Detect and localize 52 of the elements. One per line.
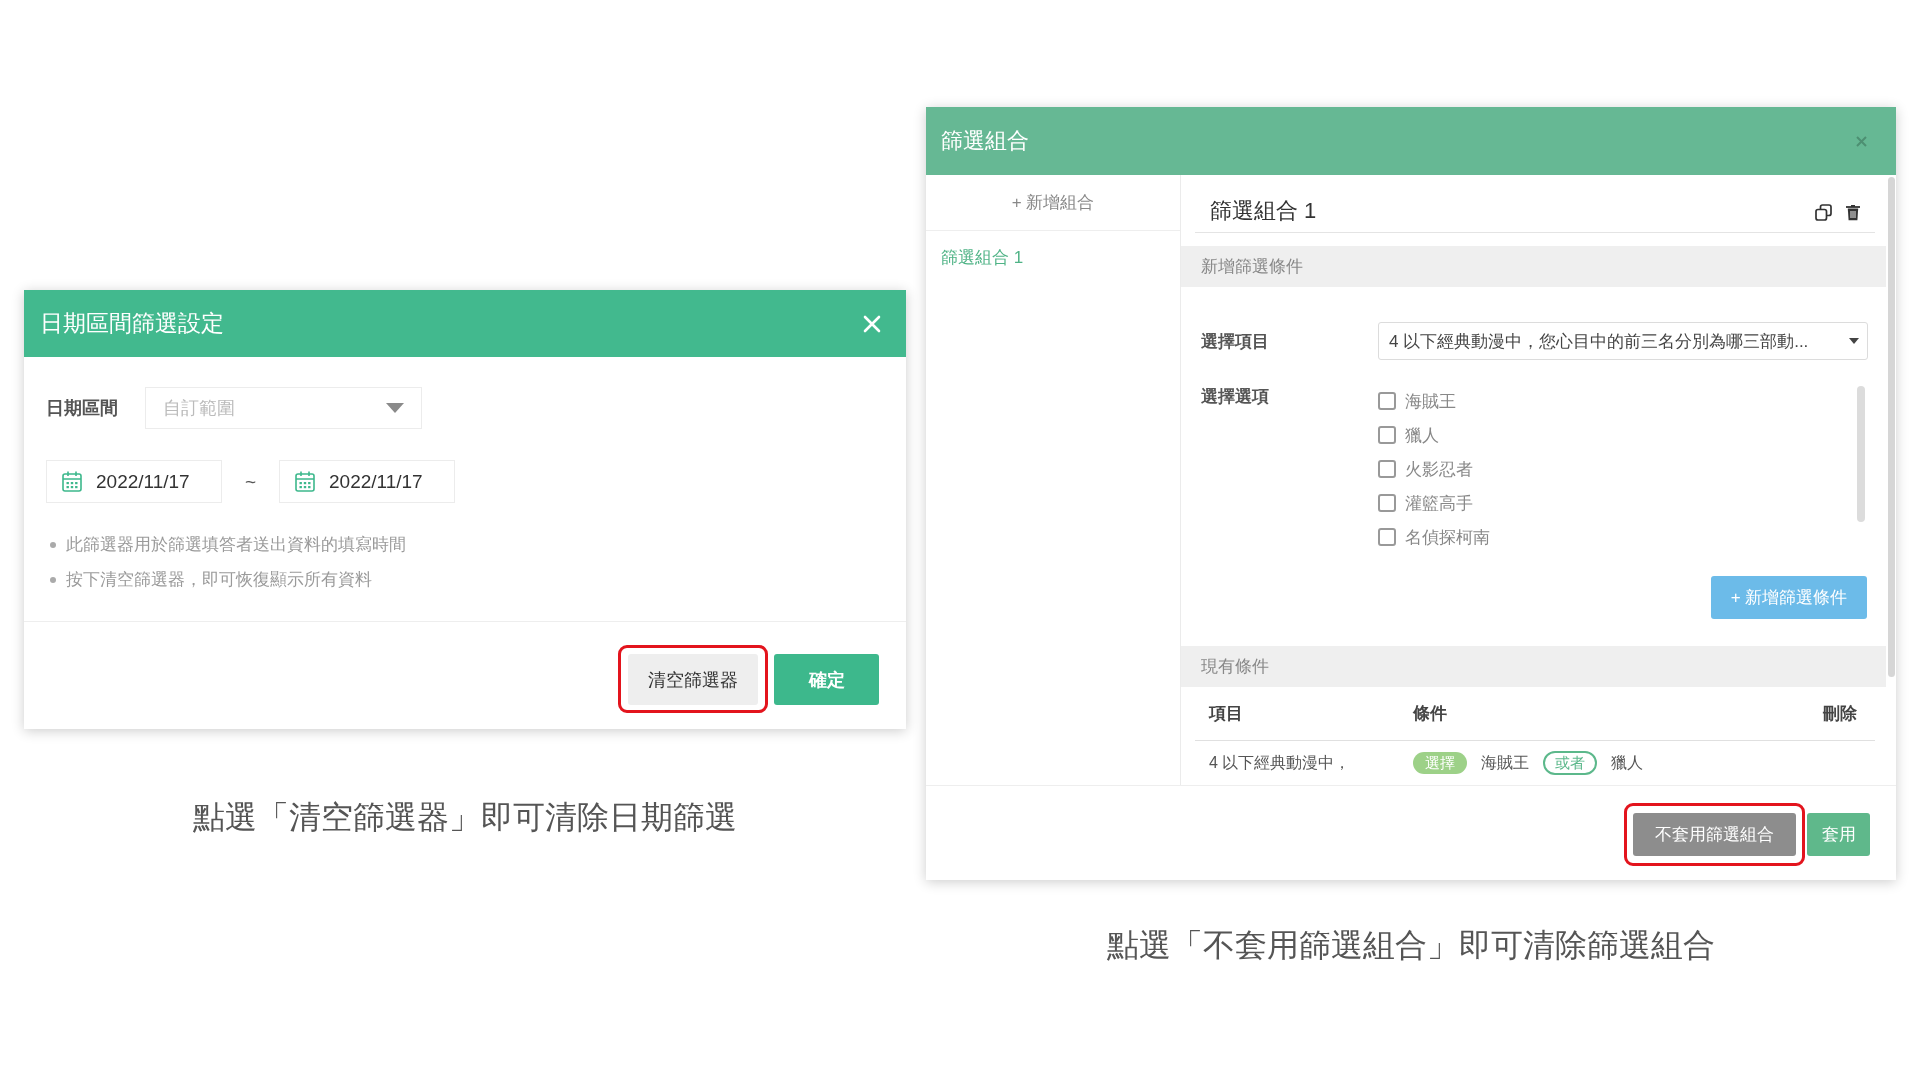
date-field[interactable]: 2022/11/17 (279, 460, 455, 503)
add-combo-button[interactable]: + 新增組合 (926, 175, 1180, 231)
disable-combo-button[interactable]: 不套用篩選組合 (1633, 813, 1796, 856)
date-field[interactable]: 2022/11/17 (46, 460, 222, 503)
condition-tag: 選擇 (1413, 752, 1467, 774)
operator-tag: 或者 (1543, 751, 1597, 775)
scrollbar-thumb[interactable] (1888, 177, 1895, 677)
option-label: 灌籃高手 (1405, 492, 1473, 515)
field-label: 選擇項目 (1201, 330, 1270, 353)
option-label: 海賊王 (1405, 390, 1456, 413)
condition-value: 海賊王 (1481, 753, 1529, 773)
apply-button[interactable]: 套用 (1807, 813, 1870, 856)
sidebar-item[interactable]: 篩選組合 1 (926, 247, 1039, 269)
section-title: 現有條件 (1201, 656, 1269, 678)
condition-value: 獵人 (1611, 753, 1643, 773)
column-header: 項目 (1207, 703, 1244, 725)
add-condition-button[interactable]: + 新增篩選條件 (1711, 576, 1867, 619)
caption-text: 點選「不套用篩選組合」即可清除篩選組合 (1107, 926, 1715, 965)
copy-icon[interactable] (1815, 204, 1832, 221)
checkbox[interactable] (1378, 426, 1396, 444)
trash-icon[interactable] (1846, 204, 1860, 221)
dialog-title: 日期區間篩選設定 (40, 309, 224, 338)
column-header: 條件 (1413, 703, 1448, 725)
table-cell-text: 4 以下經典動漫中， (1208, 752, 1352, 773)
checkbox[interactable] (1378, 494, 1396, 512)
close-icon[interactable] (1856, 135, 1867, 147)
note-text: 此篩選器用於篩選填答者送出資料的填寫時間 (66, 534, 406, 556)
option-label: 獵人 (1405, 424, 1439, 447)
bullet-icon (50, 576, 56, 583)
calendar-icon (295, 471, 315, 492)
calendar-icon (62, 471, 82, 492)
section-title: 新增篩選條件 (1201, 256, 1303, 278)
field-label: 日期區間 (46, 397, 119, 420)
bullet-icon (50, 541, 56, 548)
caption-text: 點選「清空篩選器」即可清除日期篩選 (193, 798, 737, 837)
checkbox[interactable] (1378, 528, 1396, 546)
dialog-title: 篩選組合 (941, 127, 1029, 155)
note-text: 按下清空篩選器，即可恢復顯示所有資料 (66, 569, 372, 591)
confirm-button[interactable]: 確定 (774, 654, 879, 705)
combo-name: 篩選組合 1 (1210, 197, 1317, 225)
option-label: 火影忍者 (1405, 458, 1473, 481)
clear-filter-button[interactable]: 清空篩選器 (628, 654, 758, 705)
scrollbar-thumb[interactable] (1857, 386, 1865, 522)
column-header: 刪除 (1823, 703, 1858, 725)
checkbox[interactable] (1378, 392, 1396, 410)
range-separator: ~ (243, 470, 258, 493)
field-label: 選擇選項 (1201, 386, 1270, 408)
caret-icon (386, 403, 404, 413)
caret-icon (1849, 338, 1859, 344)
option-label: 名偵探柯南 (1405, 526, 1490, 549)
checkbox[interactable] (1378, 460, 1396, 478)
question-select[interactable]: 4 以下經典動漫中，您心目中的前三名分別為哪三部動... (1378, 322, 1868, 360)
